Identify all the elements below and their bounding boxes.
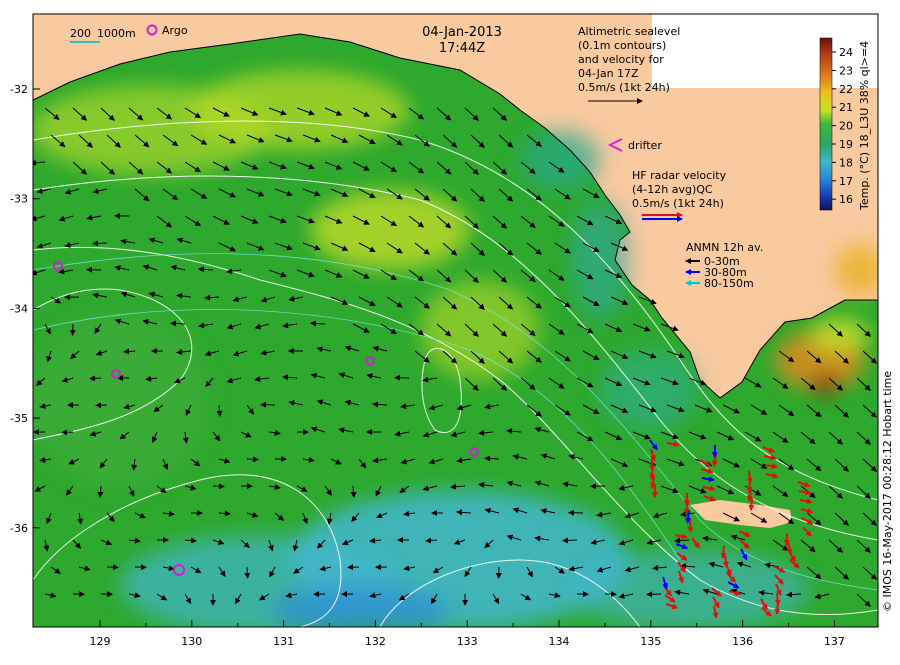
altimetric-note-line: 04-Jan 17Z: [578, 67, 639, 80]
altimetric-note-line: and velocity for: [578, 53, 664, 66]
colorbar-tick-label: 17: [839, 175, 853, 188]
velocity-arrow: [62, 432, 73, 433]
x-tick-label: 129: [90, 635, 111, 648]
altimetric-note-line: 0.5m/s (1kt 24h): [578, 81, 670, 94]
plot-area: [30, 14, 885, 635]
colorbar-tick-label: 19: [839, 138, 853, 151]
colorbar-tick-label: 24: [839, 46, 853, 59]
velocity-arrow: [647, 594, 661, 595]
colorbar-tick-label: 22: [839, 83, 853, 96]
y-tick-label: -33: [10, 193, 28, 206]
colorbar-tick-label: 18: [839, 156, 853, 169]
x-tick-label: 130: [181, 635, 202, 648]
map-figure: 04-Jan-2013 17:44Z 200 1000m Argo Altime…: [0, 0, 900, 660]
hf-radar-arrow: [723, 546, 724, 558]
hf-radar-note-line: 0.5m/s (1kt 24h): [632, 197, 724, 210]
header-time: 17:44Z: [439, 41, 485, 56]
drifter-legend-label: drifter: [628, 139, 662, 152]
y-tick-label: -35: [10, 412, 28, 425]
scale-bar-1000: 1000m: [97, 27, 136, 40]
altimetric-note-line: Altimetric sealevel: [578, 25, 680, 38]
x-tick-label: 135: [640, 635, 661, 648]
x-tick-label: 136: [732, 635, 753, 648]
x-tick-label: 132: [365, 635, 386, 648]
velocity-arrow: [247, 459, 258, 460]
hf-radar-arrow: [777, 602, 778, 614]
velocity-arrow: [171, 323, 185, 324]
hf-radar-arrow: [690, 520, 691, 532]
colorbar-title: Temp. (°C) 18_L3U 38% ql>=4: [858, 41, 871, 211]
sst-map: 04-Jan-2013 17:44Z 200 1000m Argo Altime…: [0, 0, 900, 660]
hf-radar-arrow: [751, 498, 752, 510]
hf-radar-note-line: (4-12h avg)QC: [632, 183, 713, 196]
colorbar-tick-label: 23: [839, 64, 853, 77]
colorbar: 24 23 22 21 20 19 18 17 16 Temp. (°C) 18_L3U 38%…: [820, 38, 871, 211]
anmn-legend-label: 80-150m: [704, 277, 754, 290]
credit-text: © IMOS 16-May-2017 00:28:12 Hobart time: [881, 371, 894, 612]
header-date: 04-Jan-2013: [422, 25, 502, 40]
altimetric-note-line: (0.1m contours): [578, 39, 666, 52]
colorbar-tick-label: 21: [839, 101, 853, 114]
x-tick-label: 137: [824, 635, 845, 648]
colorbar-tick-label: 20: [839, 120, 853, 133]
y-tick-label: -34: [10, 302, 28, 315]
velocity-arrow: [72, 324, 73, 335]
y-tick-label: -36: [10, 522, 28, 535]
colorbar-tick-label: 16: [839, 193, 853, 206]
colorbar-fill: [820, 38, 832, 210]
scale-bar-200: 200: [70, 27, 91, 40]
velocity-arrow: [563, 540, 577, 541]
y-tick-label: -32: [10, 83, 28, 96]
x-tick-label: 134: [549, 635, 570, 648]
x-tick-label: 131: [273, 635, 294, 648]
argo-legend-label: Argo: [162, 24, 188, 37]
velocity-arrow: [93, 243, 107, 244]
x-tick-label: 133: [457, 635, 478, 648]
hf-radar-note-line: HF radar velocity: [632, 169, 727, 182]
anmn-legend-title: ANMN 12h av.: [686, 241, 763, 254]
